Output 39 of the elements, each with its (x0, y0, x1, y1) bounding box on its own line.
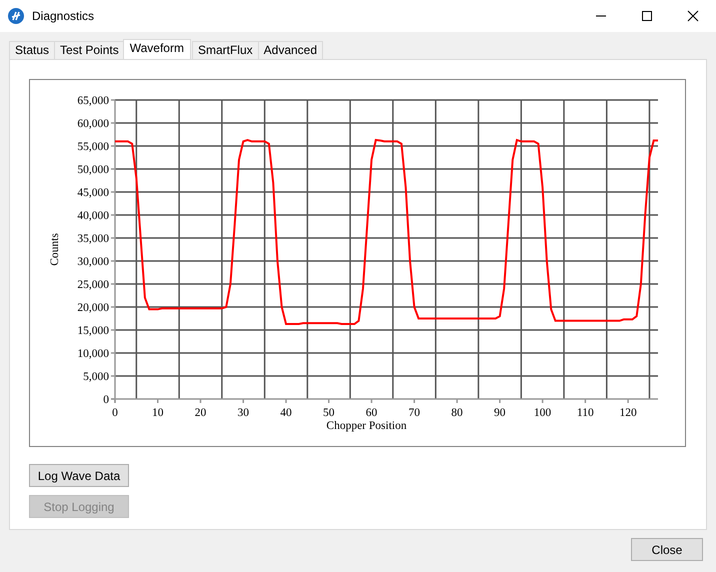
x-tick-label: 20 (194, 407, 206, 419)
x-axis-title: Chopper Position (326, 420, 407, 432)
y-tick-label: 30,000 (77, 256, 109, 268)
y-tick-label: 35,000 (77, 233, 109, 245)
y-tick-label: 25,000 (77, 279, 109, 291)
maximize-icon[interactable] (641, 10, 653, 22)
tab[interactable]: Status (9, 41, 56, 59)
y-tick-label: 5,000 (83, 371, 109, 383)
x-tick-label: 80 (451, 407, 463, 419)
x-tick-label: 10 (152, 407, 164, 419)
close-icon[interactable] (687, 10, 699, 22)
x-tick-label: 30 (238, 407, 250, 419)
y-tick-label: 55,000 (77, 141, 109, 153)
app-icon (8, 8, 24, 24)
tab[interactable]: SmartFlux (192, 41, 259, 59)
y-axis-title: Counts (49, 233, 61, 266)
x-tick-label: 110 (576, 407, 594, 419)
y-tick-label: 45,000 (77, 187, 109, 199)
x-tick-label: 0 (112, 407, 118, 419)
y-tick-label: 20,000 (77, 302, 109, 314)
tab[interactable]: Advanced (258, 41, 324, 59)
x-tick-label: 90 (494, 407, 506, 419)
x-tick-label: 60 (366, 407, 378, 419)
y-tick-label: 0 (103, 394, 109, 406)
x-tick-label: 100 (534, 407, 552, 419)
y-tick-label: 40,000 (77, 210, 109, 222)
y-tick-label: 65,000 (77, 95, 109, 107)
window-title: Diagnostics (32, 9, 94, 23)
y-tick-label: 15,000 (77, 325, 109, 337)
log-button[interactable]: Log Wave Data (29, 464, 129, 487)
y-tick-label: 10,000 (77, 348, 109, 360)
tab[interactable]: Waveform (122, 39, 191, 59)
x-tick-label: 120 (619, 407, 637, 419)
y-tick-label: 60,000 (77, 118, 109, 130)
x-tick-label: 50 (323, 407, 335, 419)
close-button[interactable]: Close (631, 538, 703, 561)
x-tick-label: 70 (408, 407, 420, 419)
y-tick-label: 50,000 (77, 164, 109, 176)
x-tick-label: 40 (280, 407, 292, 419)
